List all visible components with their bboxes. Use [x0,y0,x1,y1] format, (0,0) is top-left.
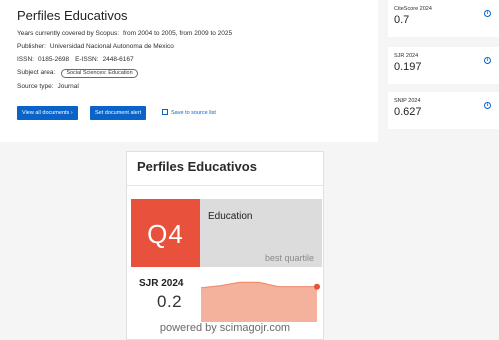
source-info-card: Perfiles Educativos Years currently cove… [0,0,378,142]
sjr-card: SJR 2024 0.197 i [388,47,499,84]
coverage-value: from 2004 to 2005, from 2009 to 2025 [123,30,233,37]
quartile-box: Q4 [131,199,200,267]
coverage-label: Years currently covered by Scopus: [17,30,120,37]
quartile-value: Q4 [147,219,184,249]
publisher-line: Publisher: Universidad Nacional Autonoma … [17,43,174,50]
widget-sjr-label: SJR 2024 [139,278,184,289]
sjr-label: SJR 2024 [394,53,419,59]
eissn-value: 2448-6167 [102,56,134,63]
type-label: Source type: [17,83,54,90]
info-icon[interactable]: i [484,57,491,64]
save-to-source-list-label: Save to source list [171,110,216,116]
save-to-source-list-link[interactable]: Save to source list [162,106,216,120]
citescore-card: CiteScore 2024 0.7 i [388,0,499,37]
citescore-value: 0.7 [394,14,410,26]
widget-sjr-value: 0.2 [157,292,183,311]
best-quartile-caption: best quartile [264,253,314,263]
sparkline-endpoint [314,283,320,290]
sjr-value: 0.197 [394,61,422,73]
category-label: Education [208,211,253,222]
issn-line: ISSN: 0185-2698 E-ISSN: 2448-6167 [17,56,134,63]
widget-divider [127,185,323,186]
view-all-documents-button[interactable]: View all documents › [17,106,78,120]
scimago-widget[interactable]: Perfiles Educativos Q4 Education best qu… [126,151,324,340]
issn-value: 0185-2698 [37,56,70,63]
info-icon[interactable]: i [484,10,491,17]
coverage-line: Years currently covered by Scopus: from 2… [17,30,232,37]
sjr-sparkline [200,281,320,322]
info-icon[interactable]: i [484,102,491,109]
subject-line: Subject area: Social Sciences: Education [17,69,138,78]
publisher-value: Universidad Nacional Autonoma de Mexico [49,43,174,50]
type-value: Journal [57,83,79,90]
widget-title: Perfiles Educativos [137,159,257,174]
type-line: Source type: Journal [17,83,79,90]
publisher-label: Publisher: [17,43,46,50]
source-title: Perfiles Educativos [17,8,128,23]
set-document-alert-button[interactable]: Set document alert [90,106,147,120]
category-box: Education best quartile [200,199,322,267]
eissn-label: E-ISSN: [75,56,99,63]
snip-label: SNIP 2024 [394,98,421,104]
sparkline-area [201,282,317,322]
issn-label: ISSN: [17,56,34,63]
snip-value: 0.627 [394,106,422,118]
subject-chip[interactable]: Social Sciences: Education [61,69,138,78]
citescore-label: CiteScore 2024 [394,6,432,12]
subject-label: Subject area: [17,69,56,76]
powered-by-link[interactable]: powered by scimagojr.com [127,322,323,334]
bookmark-icon [162,109,168,115]
snip-card: SNIP 2024 0.627 i [388,92,499,129]
